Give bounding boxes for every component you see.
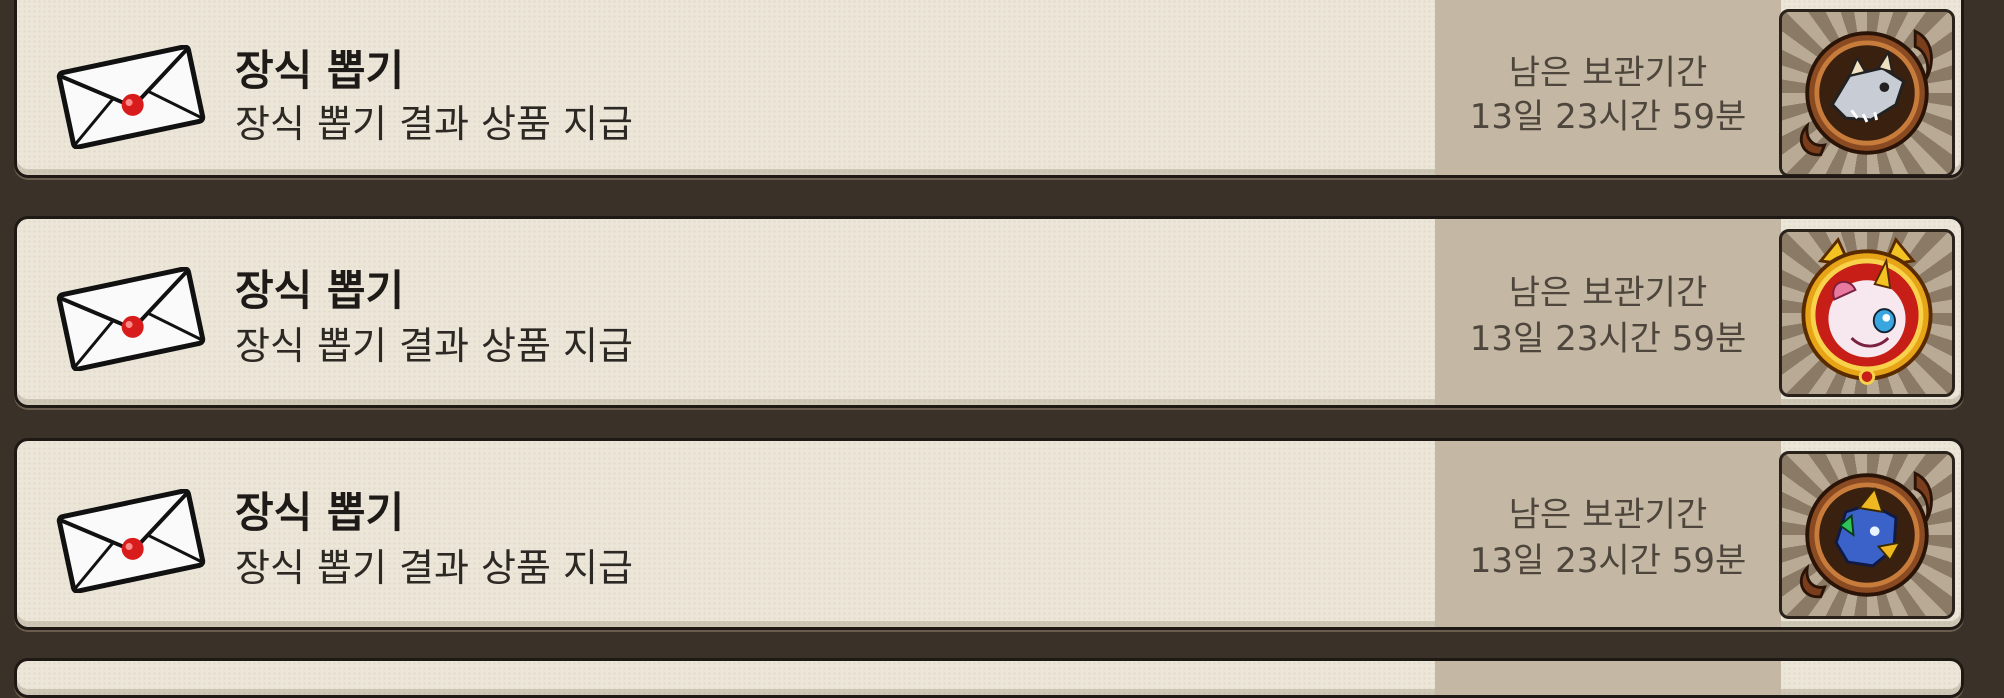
expiry-label: 남은 보관기간 [1508, 495, 1708, 535]
reward-slot[interactable] [1779, 229, 1955, 397]
envelope-icon [56, 45, 206, 149]
mail-item[interactable]: 장식 뽑기 장식 뽑기 결과 상품 지급 남은 보관기간 13일 23시간 59… [14, 216, 1964, 408]
expiry-panel: 남은 보관기간 13일 23시간 59분 [1435, 219, 1781, 405]
expiry-time: 13일 23시간 59분 [1469, 541, 1747, 581]
reward-slot[interactable] [1779, 9, 1955, 175]
golden-pink-dragon-emblem-icon [1801, 237, 1933, 385]
envelope-icon [56, 489, 206, 593]
expiry-label: 남은 보관기간 [1508, 273, 1708, 313]
mail-description: 장식 뽑기 결과 상품 지급 [235, 324, 633, 368]
mail-description: 장식 뽑기 결과 상품 지급 [235, 102, 633, 146]
mail-title: 장식 뽑기 [235, 266, 405, 315]
envelope-icon [56, 267, 206, 371]
expiry-time: 13일 23시간 59분 [1469, 97, 1747, 137]
expiry-label: 남은 보관기간 [1508, 53, 1708, 93]
mail-item[interactable] [14, 658, 1964, 698]
bronze-blue-dragon-emblem-icon [1799, 471, 1933, 599]
expiry-panel [1435, 661, 1781, 695]
mail-title: 장식 뽑기 [235, 488, 405, 537]
mail-item[interactable]: 장식 뽑기 장식 뽑기 결과 상품 지급 남은 보관기간 13일 23시간 59… [14, 0, 1964, 178]
mail-item[interactable]: 장식 뽑기 장식 뽑기 결과 상품 지급 남은 보관기간 13일 23시간 59… [14, 438, 1964, 630]
bronze-dragon-emblem-icon [1799, 29, 1933, 157]
mail-description: 장식 뽑기 결과 상품 지급 [235, 546, 633, 590]
expiry-panel: 남은 보관기간 13일 23시간 59분 [1435, 441, 1781, 627]
mail-title: 장식 뽑기 [235, 46, 405, 95]
expiry-time: 13일 23시간 59분 [1469, 319, 1747, 359]
expiry-panel: 남은 보관기간 13일 23시간 59분 [1435, 0, 1781, 175]
mail-list: 장식 뽑기 장식 뽑기 결과 상품 지급 남은 보관기간 13일 23시간 59… [0, 0, 2004, 698]
reward-slot[interactable] [1779, 451, 1955, 619]
